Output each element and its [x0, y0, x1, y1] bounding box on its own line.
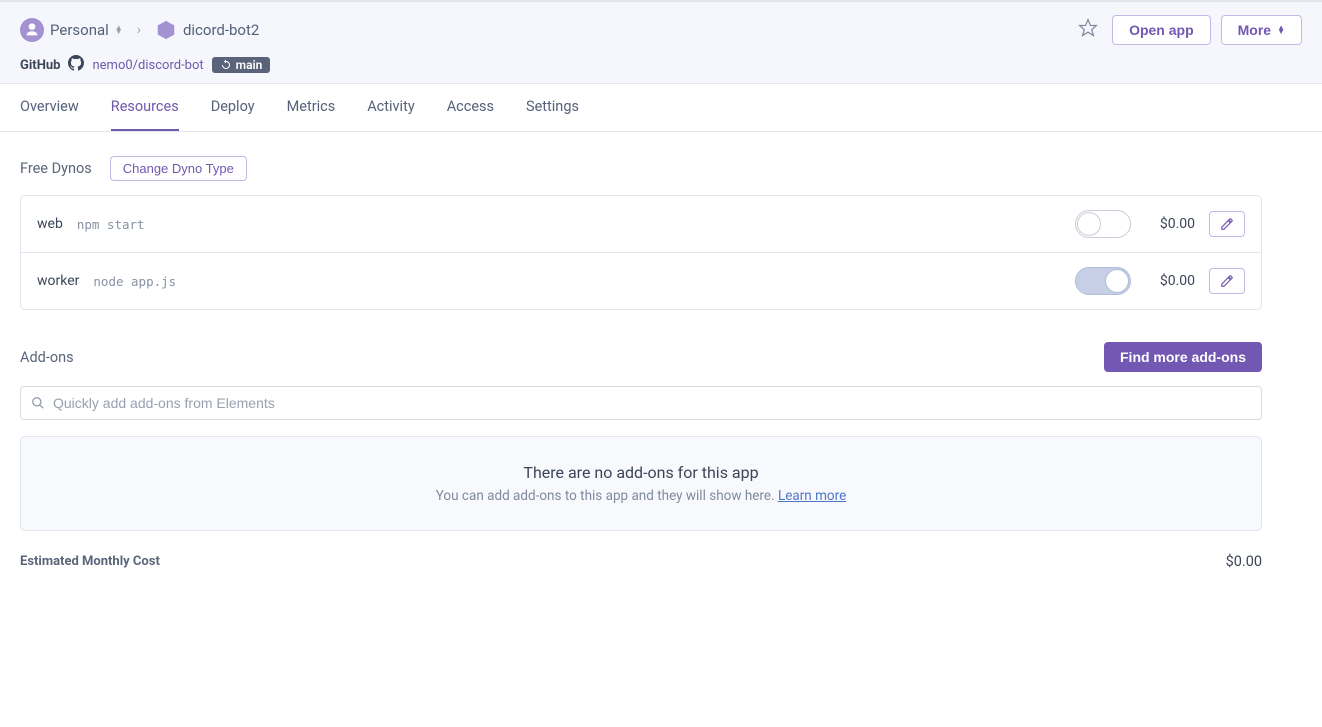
more-label: More	[1238, 22, 1271, 38]
learn-more-link[interactable]: Learn more	[778, 488, 846, 504]
tab-metrics[interactable]: Metrics	[287, 84, 336, 131]
dyno-cost: $0.00	[1145, 216, 1195, 232]
tab-resources[interactable]: Resources	[111, 84, 179, 131]
addons-search[interactable]	[20, 386, 1262, 420]
updown-icon: ▲▼	[115, 26, 123, 34]
empty-title: There are no add-ons for this app	[47, 463, 1235, 482]
edit-dyno-button[interactable]	[1209, 211, 1245, 237]
chevron-right-icon: ›	[133, 22, 145, 38]
tab-activity[interactable]: Activity	[367, 84, 414, 131]
app-hex-icon	[155, 19, 177, 41]
tab-access[interactable]: Access	[447, 84, 494, 131]
tab-deploy[interactable]: Deploy	[211, 84, 255, 131]
dyno-command: node app.js	[93, 274, 176, 289]
refresh-icon	[220, 59, 232, 71]
dyno-toggle[interactable]	[1075, 267, 1131, 295]
estimated-cost-value: $0.00	[1226, 553, 1262, 570]
github-icon	[68, 55, 84, 75]
branch-pill[interactable]: main	[212, 57, 271, 73]
branch-name: main	[236, 58, 263, 72]
pencil-icon	[1220, 217, 1234, 231]
favorite-button[interactable]	[1074, 14, 1102, 45]
app-name: dicord-bot2	[183, 21, 259, 39]
dyno-row: web npm start $0.00	[21, 196, 1261, 253]
addons-search-input[interactable]	[45, 395, 1251, 411]
find-more-addons-button[interactable]: Find more add-ons	[1104, 342, 1262, 372]
dyno-command: npm start	[77, 217, 145, 232]
dyno-toggle[interactable]	[1075, 210, 1131, 238]
github-repo-link[interactable]: nemo0/discord-bot	[92, 58, 203, 73]
more-button[interactable]: More ▲▼	[1221, 15, 1302, 45]
tab-settings[interactable]: Settings	[526, 84, 579, 131]
account-crumb[interactable]: Personal ▲▼	[20, 18, 123, 42]
dynos-section-title: Free Dynos	[20, 160, 92, 177]
estimated-cost-label: Estimated Monthly Cost	[20, 554, 160, 569]
addons-section-title: Add-ons	[20, 349, 74, 366]
open-app-label: Open app	[1129, 22, 1194, 38]
change-dyno-type-button[interactable]: Change Dyno Type	[110, 156, 247, 181]
github-label: GitHub	[20, 58, 60, 73]
star-icon	[1078, 18, 1098, 38]
avatar-icon	[20, 18, 44, 42]
dyno-row: worker node app.js $0.00	[21, 253, 1261, 309]
dyno-type: web	[37, 216, 63, 232]
app-crumb[interactable]: dicord-bot2	[155, 19, 259, 41]
edit-dyno-button[interactable]	[1209, 268, 1245, 294]
addons-empty-state: There are no add-ons for this app You ca…	[20, 436, 1262, 531]
dyno-cost: $0.00	[1145, 273, 1195, 289]
dyno-type: worker	[37, 273, 79, 289]
open-app-button[interactable]: Open app	[1112, 15, 1211, 45]
search-icon	[31, 396, 45, 410]
empty-sub-text: You can add add-ons to this app and they…	[436, 488, 778, 504]
tab-overview[interactable]: Overview	[20, 84, 79, 131]
pencil-icon	[1220, 274, 1234, 288]
account-label: Personal	[50, 21, 109, 39]
updown-icon: ▲▼	[1277, 26, 1285, 34]
